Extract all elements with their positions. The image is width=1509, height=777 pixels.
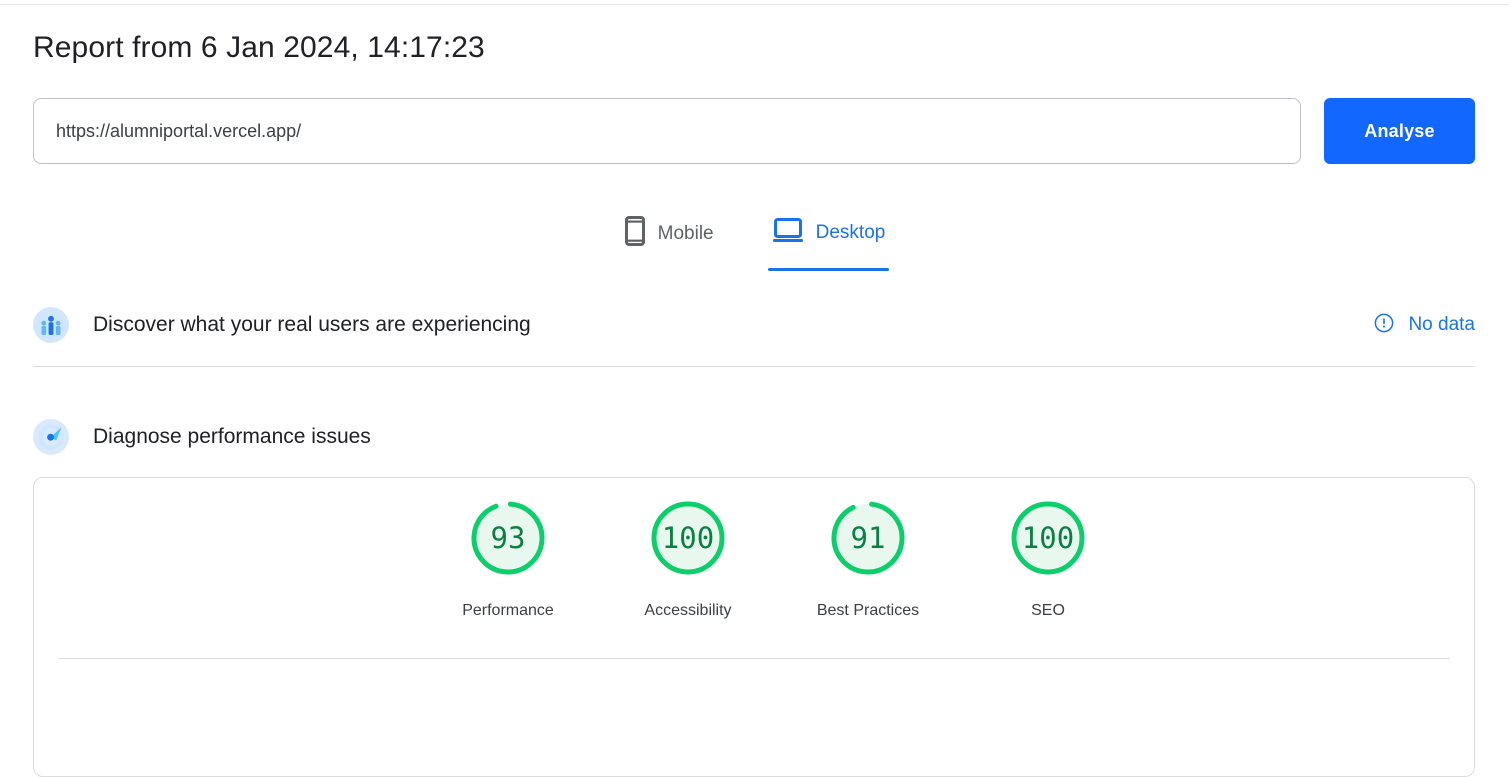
gauge-ring-seo: 100	[1007, 497, 1089, 584]
section-discover-title: Discover what your real users are experi…	[93, 313, 531, 336]
gauge-value-performance: 93	[491, 521, 526, 555]
section-discover: Discover what your real users are experi…	[33, 292, 1475, 358]
url-analyse-row: Analyse	[33, 98, 1475, 164]
gauge-label-best-practices: Best Practices	[816, 602, 920, 619]
gauge-value-accessibility: 100	[662, 521, 714, 555]
tab-desktop-underline	[767, 268, 890, 271]
section-diagnose: Diagnose performance issues	[33, 404, 1475, 470]
mobile-phone-icon	[624, 216, 646, 251]
page-title: Report from 6 Jan 2024, 14:17:23	[33, 31, 485, 64]
tab-mobile-underline	[620, 270, 718, 273]
gauge-best-practices[interactable]: 91 Best Practices	[778, 497, 958, 622]
analyse-button[interactable]: Analyse	[1324, 98, 1475, 164]
card-inner-divider	[58, 658, 1450, 659]
tab-desktop-label: Desktop	[815, 221, 886, 243]
gauge-ring-accessibility: 100	[647, 497, 729, 584]
gauge-ring-best-practices: 91	[827, 497, 909, 584]
gauge-label-performance: Performance	[462, 602, 554, 619]
info-exclamation-circle-icon	[1374, 313, 1394, 338]
desktop-laptop-icon	[772, 216, 804, 249]
score-gauges: 93 Performance 100 Accessibility 91 Best…	[34, 497, 1474, 622]
gauge-value-best-practices: 91	[851, 521, 886, 555]
lighthouse-scores-card: 93 Performance 100 Accessibility 91 Best…	[33, 477, 1475, 777]
gauge-label-seo: SEO	[1031, 602, 1065, 619]
gauge-ring-performance: 93	[467, 497, 549, 584]
field-data-status[interactable]: No data	[1374, 313, 1475, 338]
gauge-performance[interactable]: 93 Performance	[418, 497, 598, 622]
status-badge: No data	[1408, 314, 1475, 335]
gauge-seo[interactable]: 100 SEO	[958, 497, 1138, 622]
url-input[interactable]	[33, 98, 1301, 164]
pagespeed-report-page: Report from 6 Jan 2024, 14:17:23 Analyse…	[0, 0, 1509, 777]
tab-desktop[interactable]: Desktop	[767, 206, 890, 271]
tab-mobile[interactable]: Mobile	[620, 206, 718, 273]
divider-after-discover	[33, 366, 1475, 367]
lighthouse-radar-icon	[33, 419, 69, 455]
form-factor-tabs: Mobile Desktop	[0, 206, 1509, 273]
gauge-value-seo: 100	[1022, 521, 1074, 555]
gauge-label-accessibility: Accessibility	[644, 602, 732, 619]
gauge-accessibility[interactable]: 100 Accessibility	[598, 497, 778, 622]
field-data-people-icon	[33, 307, 69, 343]
tab-mobile-label: Mobile	[657, 222, 714, 244]
section-diagnose-title: Diagnose performance issues	[93, 425, 371, 448]
